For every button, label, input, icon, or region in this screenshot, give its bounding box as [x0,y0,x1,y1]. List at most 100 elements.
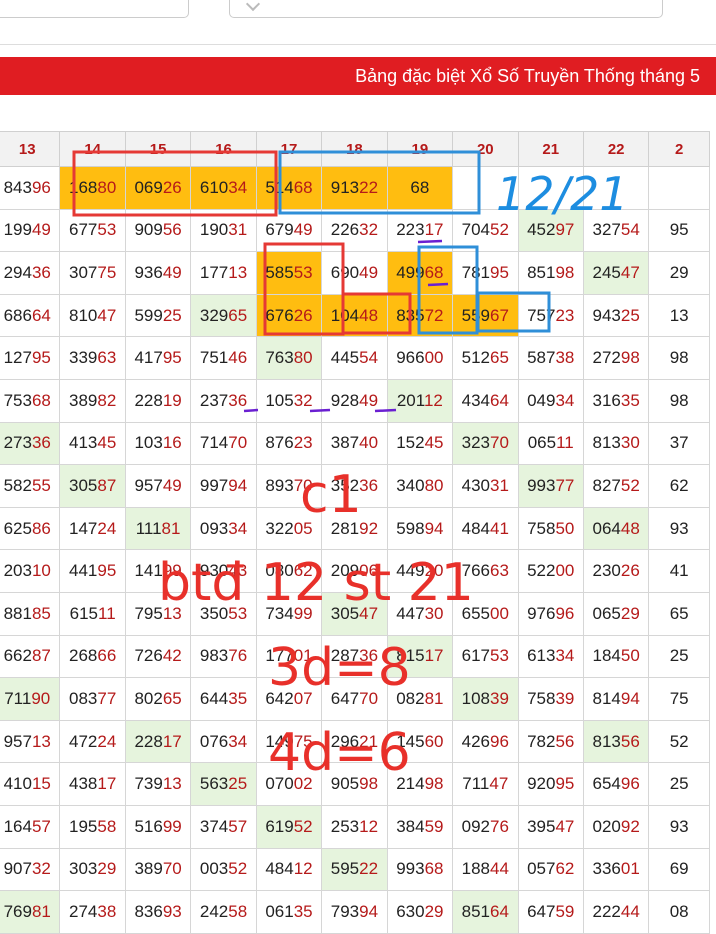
result-cell[interactable]: 04934 [517,378,584,423]
result-cell[interactable]: 90956 [124,208,192,253]
result-cell[interactable]: 69049 [321,251,388,295]
result-cell[interactable]: 89370 [255,464,323,508]
result-cell[interactable]: 65 [648,591,710,636]
result-cell[interactable]: 38740 [321,421,388,466]
result-cell[interactable]: 41 [648,549,710,593]
result-cell[interactable]: 85164 [452,890,519,934]
result-cell[interactable]: 14975 [255,719,323,764]
result-cell[interactable]: 32205 [255,506,323,551]
result-cell[interactable]: 13 [648,293,710,338]
result-cell[interactable]: 92095 [517,762,584,806]
result-cell[interactable]: 75723 [517,293,584,338]
result-cell[interactable]: 31635 [582,378,650,423]
result-cell[interactable]: 81356 [582,719,650,764]
result-cell[interactable]: 17701 [255,634,323,679]
select-field-left[interactable] [0,0,189,18]
result-cell[interactable]: 73499 [255,591,323,636]
result-cell[interactable]: 19949 [0,208,61,253]
result-cell[interactable]: 61334 [517,634,584,679]
result-cell[interactable]: 14199 [124,549,192,593]
result-cell[interactable]: 82752 [582,464,650,508]
result-cell[interactable]: 28192 [321,506,388,551]
result-cell[interactable]: 33601 [582,847,650,892]
result-cell[interactable]: 37457 [190,804,257,849]
result-cell[interactable]: 71470 [190,421,257,466]
result-cell[interactable]: 38970 [124,847,192,892]
result-cell[interactable]: 83572 [386,293,454,338]
result-cell[interactable]: 95749 [124,464,192,508]
result-cell[interactable]: 93 [648,506,710,551]
result-cell[interactable]: 25312 [321,804,388,849]
result-cell[interactable]: 76981 [0,890,61,934]
result-cell[interactable]: 62586 [0,506,61,551]
result-cell[interactable]: 68664 [0,293,61,338]
result-cell[interactable] [648,166,710,210]
result-cell[interactable]: 80265 [124,677,192,721]
result-cell[interactable]: 29 [648,251,710,295]
result-cell[interactable]: 20906 [321,549,388,593]
result-cell[interactable]: 06448 [582,506,650,551]
result-cell[interactable]: 64770 [321,677,388,721]
result-cell[interactable]: 07634 [190,719,257,764]
result-cell[interactable]: 29621 [321,719,388,764]
result-cell[interactable]: 76663 [452,549,519,593]
result-cell[interactable]: 95713 [0,719,61,764]
result-cell[interactable]: 32754 [582,208,650,253]
result-cell[interactable]: 08281 [386,677,454,721]
result-cell[interactable]: 18844 [452,847,519,892]
result-cell[interactable]: 22632 [321,208,388,253]
result-cell[interactable]: 58255 [0,464,61,508]
result-cell[interactable] [582,166,650,210]
result-cell[interactable]: 68 [386,166,454,210]
result-cell[interactable]: 67753 [59,208,126,253]
result-cell[interactable]: 10532 [255,378,323,423]
result-cell[interactable]: 81494 [582,677,650,721]
result-cell[interactable]: 79513 [124,591,192,636]
result-cell[interactable]: 61034 [190,166,257,210]
result-cell[interactable]: 78256 [517,719,584,764]
result-cell[interactable]: 75839 [517,677,584,721]
result-cell[interactable]: 85198 [517,251,584,295]
result-cell[interactable]: 30587 [59,464,126,508]
result-cell[interactable]: 15245 [386,421,454,466]
result-cell[interactable]: 24547 [582,251,650,295]
result-cell[interactable]: 23026 [582,549,650,593]
result-cell[interactable]: 27336 [0,421,61,466]
result-cell[interactable]: 92849 [321,378,388,423]
result-cell[interactable]: 09334 [190,506,257,551]
result-cell[interactable]: 38982 [59,378,126,423]
result-cell[interactable]: 26866 [59,634,126,679]
result-cell[interactable]: 39547 [517,804,584,849]
result-cell[interactable]: 67949 [255,208,323,253]
result-cell[interactable]: 43464 [452,378,519,423]
result-cell[interactable]: 06511 [517,421,584,466]
result-cell[interactable]: 48441 [452,506,519,551]
result-cell[interactable]: 72642 [124,634,192,679]
result-cell[interactable]: 64435 [190,677,257,721]
result-cell[interactable]: 30329 [59,847,126,892]
result-cell[interactable]: 58553 [255,251,323,295]
result-cell[interactable]: 08377 [59,677,126,721]
result-cell[interactable]: 99794 [190,464,257,508]
result-cell[interactable]: 06529 [582,591,650,636]
result-cell[interactable]: 75 [648,677,710,721]
result-cell[interactable]: 19031 [190,208,257,253]
result-cell[interactable]: 65500 [452,591,519,636]
result-cell[interactable]: 75368 [0,378,61,423]
result-cell[interactable]: 41345 [59,421,126,466]
select-field-right[interactable] [229,0,663,18]
result-cell[interactable]: 93649 [124,251,192,295]
result-cell[interactable]: 62 [648,464,710,508]
result-cell[interactable]: 84396 [0,166,61,210]
result-cell[interactable]: 64207 [255,677,323,721]
result-cell[interactable]: 98 [648,336,710,380]
result-cell[interactable]: 67626 [255,293,323,338]
result-cell[interactable]: 43817 [59,762,126,806]
result-cell[interactable]: 52200 [517,549,584,593]
result-cell[interactable]: 10448 [321,293,388,338]
result-cell[interactable]: 69 [648,847,710,892]
result-cell[interactable]: 09276 [452,804,519,849]
result-cell[interactable]: 64759 [517,890,584,934]
result-cell[interactable] [517,166,584,210]
result-cell[interactable]: 93043 [190,549,257,593]
